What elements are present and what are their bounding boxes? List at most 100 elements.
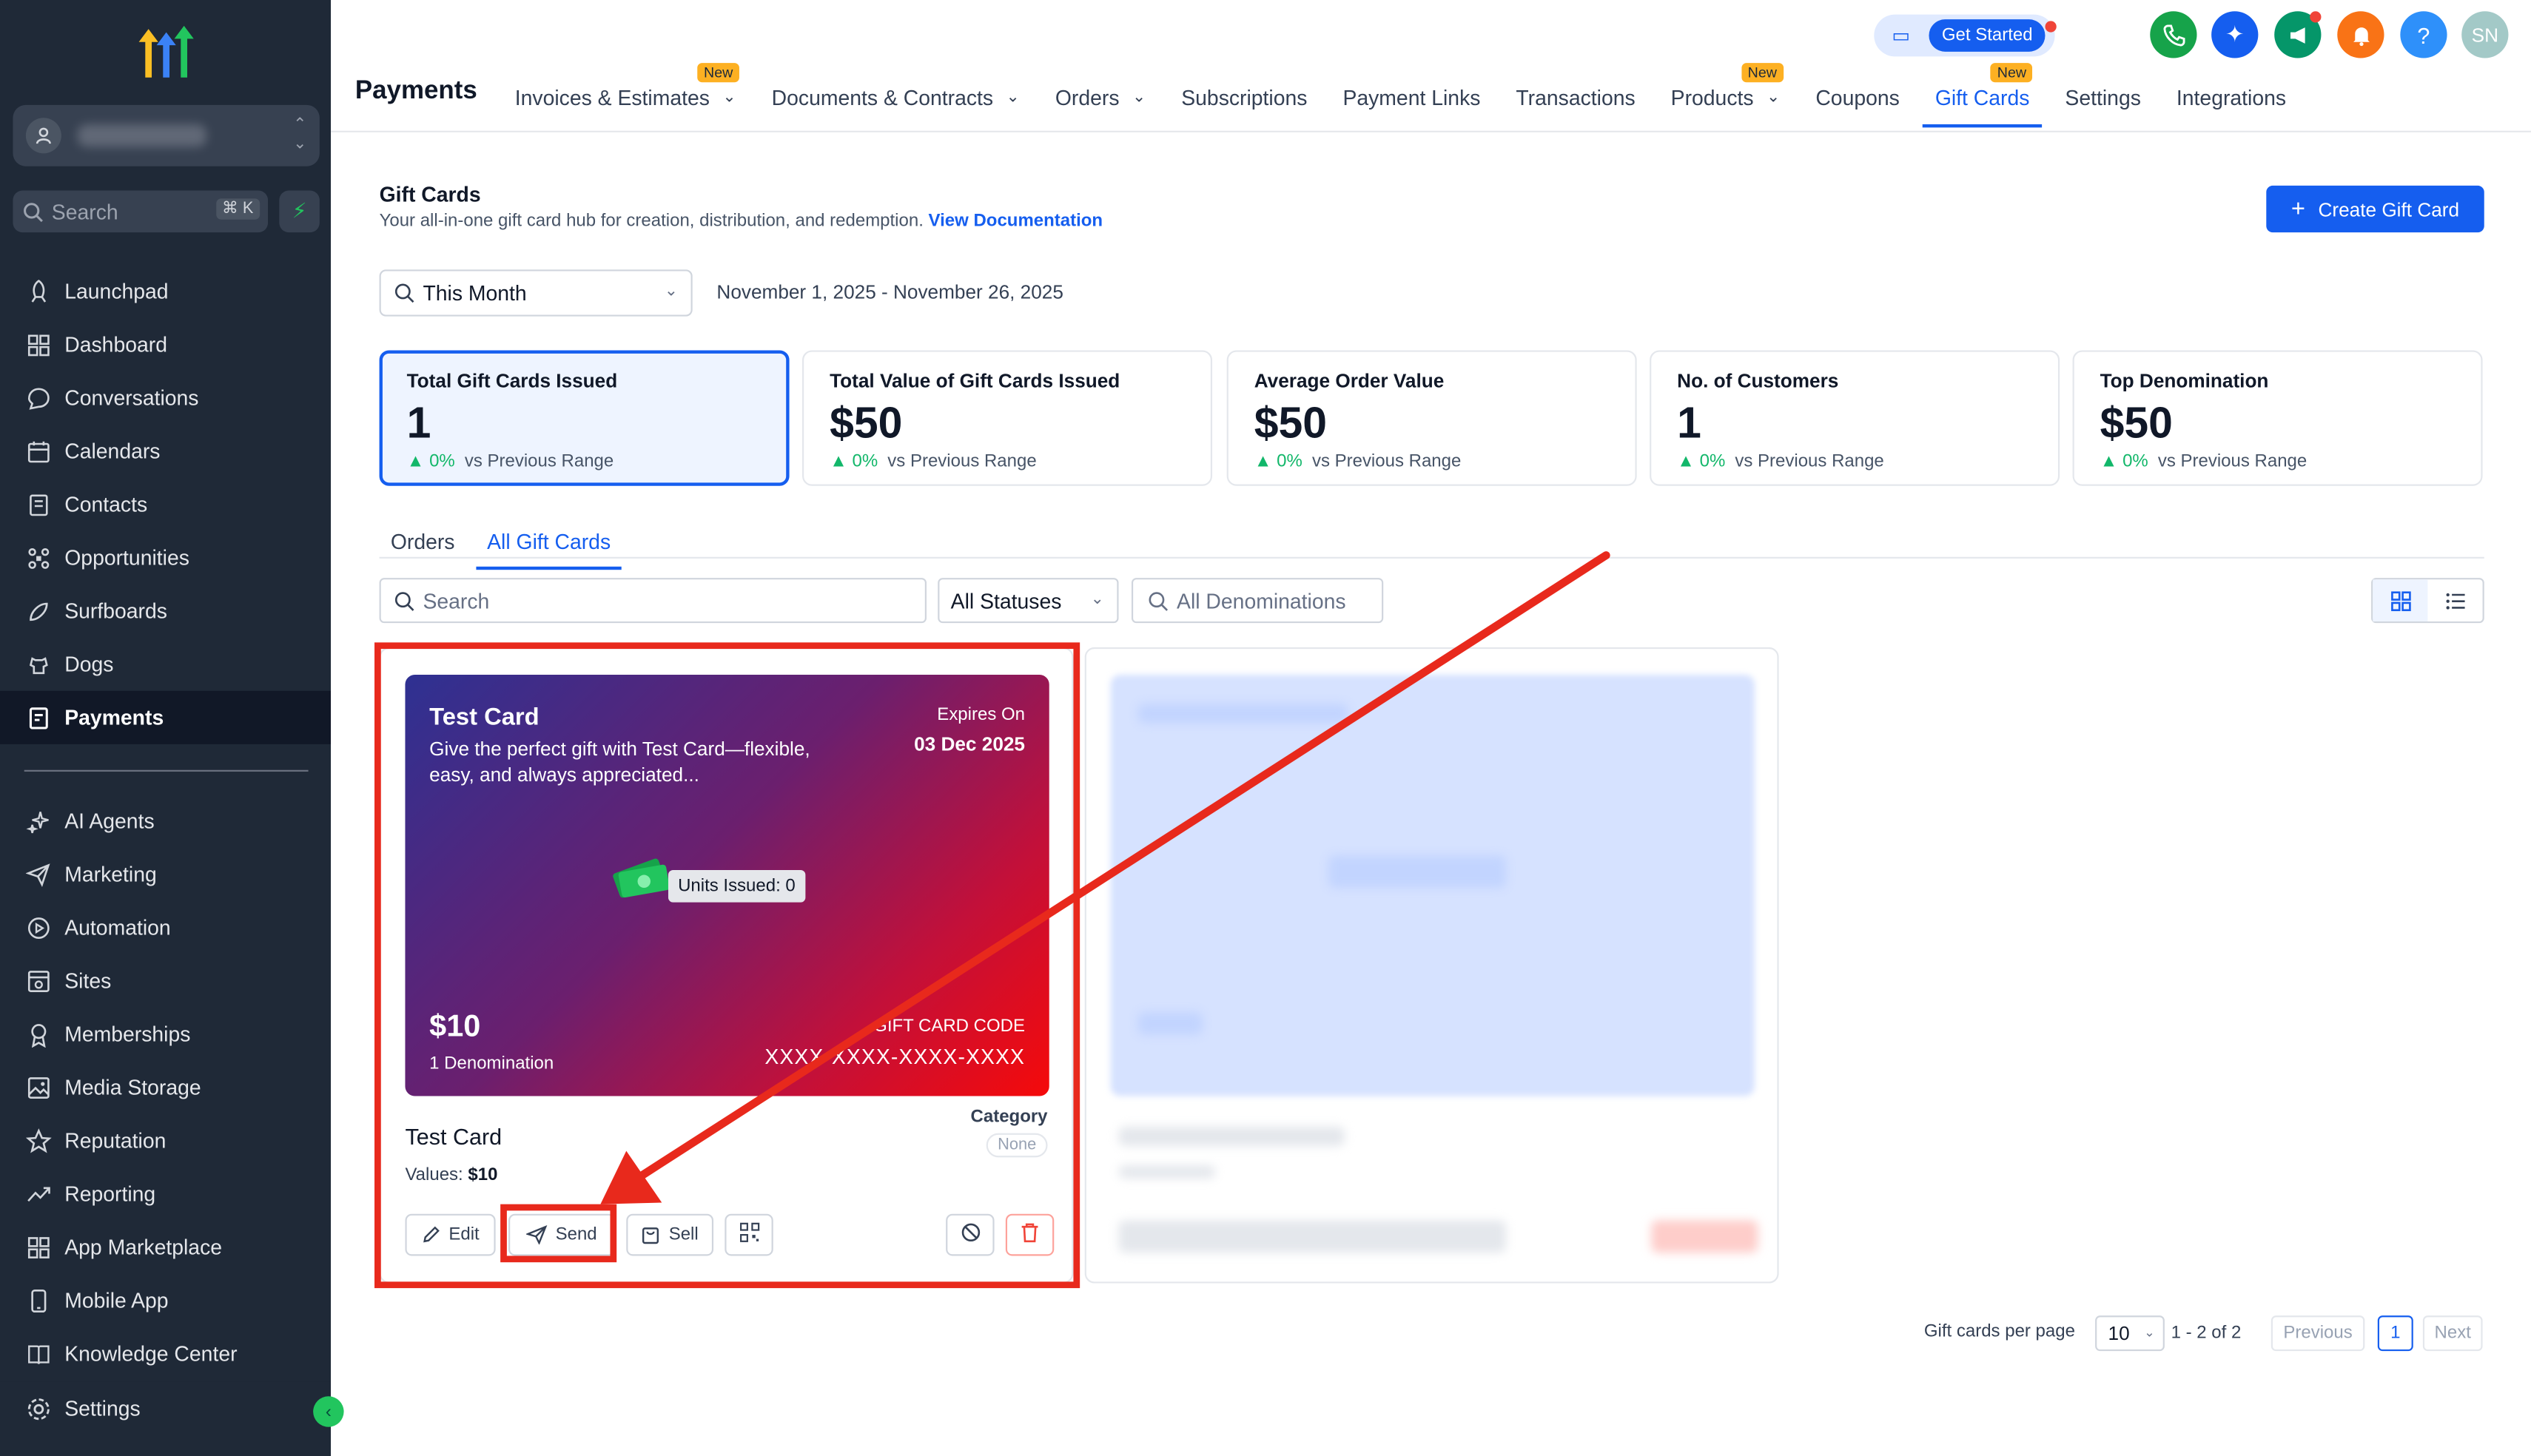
- sidebar-item-automation[interactable]: Automation: [0, 900, 331, 954]
- help-glyph: ?: [2417, 21, 2430, 48]
- quick-action-bolt-icon[interactable]: ⚡: [279, 190, 320, 233]
- previous-page-button[interactable]: Previous: [2270, 1315, 2365, 1352]
- trend-up-icon: ▲: [830, 451, 847, 472]
- page-title: Payments: [354, 77, 477, 105]
- stat-card-total-value-of-gift-cards-issued[interactable]: Total Value of Gift Cards Issued $50 ▲ 0% v…: [802, 350, 1213, 486]
- sidebar-item-mobile-app[interactable]: Mobile App: [0, 1273, 331, 1327]
- ai-sparkle-icon[interactable]: ✦: [2211, 11, 2259, 58]
- tab-settings[interactable]: Settings: [2065, 81, 2140, 113]
- account-switcher[interactable]: ⌃ ⌄: [13, 104, 320, 166]
- chevron-down-icon: ⌄: [1006, 87, 1020, 106]
- tab-transactions[interactable]: Transactions: [1516, 81, 1635, 113]
- gift-card-tile-blurred[interactable]: [1084, 647, 1779, 1284]
- tab-coupons[interactable]: Coupons: [1815, 81, 1900, 113]
- tab-integrations[interactable]: Integrations: [2177, 81, 2286, 113]
- tab-documents-contracts[interactable]: Documents & Contracts ⌄: [772, 81, 1020, 113]
- avatar[interactable]: SN: [2461, 11, 2509, 58]
- page-1-button[interactable]: 1: [2377, 1315, 2413, 1352]
- tab-payment-links[interactable]: Payment Links: [1342, 81, 1480, 113]
- send-button[interactable]: Send: [508, 1213, 616, 1256]
- next-page-button[interactable]: Next: [2422, 1315, 2483, 1352]
- search-icon: [394, 591, 414, 610]
- sidebar-item-opportunities[interactable]: Opportunities: [0, 531, 331, 584]
- get-started-label: Get Started: [1929, 19, 2046, 52]
- gift-card-preview[interactable]: Test Card Give the perfect gift with Tes…: [405, 675, 1049, 1096]
- gift-card-name: Test Card: [405, 1123, 502, 1150]
- megaphone-icon[interactable]: [2274, 11, 2322, 58]
- sidebar-item-memberships[interactable]: Memberships: [0, 1007, 331, 1060]
- tab-subscriptions[interactable]: Subscriptions: [1181, 81, 1307, 113]
- deactivate-button[interactable]: [946, 1213, 995, 1256]
- date-range-select[interactable]: This Month ⌄: [379, 269, 693, 317]
- edit-button[interactable]: Edit: [405, 1213, 496, 1256]
- view-documentation-link[interactable]: View Documentation: [929, 212, 1103, 231]
- sidebar-item-knowledge-center[interactable]: Knowledge Center: [0, 1327, 331, 1380]
- help-icon[interactable]: ?: [2400, 11, 2447, 58]
- sidebar-item-label: Opportunities: [64, 545, 189, 570]
- sidebar-item-dogs[interactable]: Dogs: [0, 638, 331, 691]
- grid-view-icon[interactable]: [2373, 579, 2428, 622]
- stat-card-average-order-value[interactable]: Average Order Value $50 ▲ 0% vs Previous Ra…: [1226, 350, 1637, 486]
- phone-icon[interactable]: [2150, 11, 2197, 58]
- pencil-icon: [421, 1225, 440, 1244]
- gift-card-search-input[interactable]: Search: [379, 578, 927, 624]
- bell-icon[interactable]: [2337, 11, 2384, 58]
- get-started-button[interactable]: ▭ Get Started: [1874, 14, 2057, 57]
- denomination-filter-input[interactable]: All Denominations: [1131, 578, 1384, 624]
- trend-up-icon: ▲: [1254, 451, 1272, 472]
- avatar-initials: SN: [2471, 23, 2498, 47]
- sidebar-item-reporting[interactable]: Reporting: [0, 1167, 331, 1220]
- sidebar-item-surfboards[interactable]: Surfboards: [0, 584, 331, 638]
- tab-orders[interactable]: Orders ⌄: [1055, 81, 1146, 113]
- sidebar-item-label: Memberships: [64, 1022, 191, 1046]
- sidebar-collapse-button[interactable]: ‹: [313, 1396, 344, 1427]
- list-view-icon[interactable]: [2427, 579, 2482, 621]
- qr-code-button[interactable]: [725, 1213, 773, 1256]
- search-icon: [24, 202, 43, 222]
- sidebar-item-reputation[interactable]: Reputation: [0, 1113, 331, 1167]
- sidebar-item-ai-agents[interactable]: AI Agents: [0, 794, 331, 847]
- plus-icon: +: [2290, 195, 2306, 223]
- blurred-line: [1118, 1220, 1506, 1253]
- sidebar-item-calendars[interactable]: Calendars: [0, 425, 331, 478]
- payments-tabs: Invoices & Estimates ⌄ New Documents & Cont…: [515, 63, 2322, 128]
- chevron-down-icon: ⌄: [2144, 1325, 2155, 1340]
- sidebar-item-label: Automation: [64, 915, 171, 940]
- sidebar-item-label: Conversations: [64, 385, 199, 411]
- sidebar-item-settings[interactable]: Settings: [0, 1381, 332, 1435]
- tab-gift-cards[interactable]: Gift Cards New: [1922, 63, 2042, 128]
- stat-card-top-denomination[interactable]: Top Denomination $50 ▲ 0% vs Previous Range: [2072, 350, 2483, 486]
- tab-all-gift-cards[interactable]: All Gift Cards: [475, 530, 622, 570]
- sidebar-item-app-marketplace[interactable]: App Marketplace: [0, 1220, 331, 1273]
- sidebar-item-payments[interactable]: Payments: [0, 690, 332, 744]
- status-filter-select[interactable]: All Statuses ⌄: [938, 578, 1119, 624]
- qr-code-icon: [739, 1222, 759, 1248]
- memberships-icon: [24, 1019, 53, 1048]
- tab-label: Coupons: [1815, 84, 1900, 109]
- sidebar-item-marketing[interactable]: Marketing: [0, 847, 331, 900]
- stat-card-no-of-customers[interactable]: No. of Customers 1 ▲ 0% vs Previous Range: [1650, 350, 2060, 486]
- sidebar-item-media-storage[interactable]: Media Storage: [0, 1060, 331, 1113]
- sidebar-search[interactable]: Search ⌘ K: [13, 190, 269, 233]
- units-issued-badge: Units Issued: 0: [668, 870, 805, 903]
- sidebar-item-conversations[interactable]: Conversations: [0, 371, 331, 425]
- sidebar-item-sites[interactable]: Sites: [0, 954, 331, 1007]
- sidebar-item-launchpad[interactable]: Launchpad: [0, 265, 331, 318]
- per-page-select[interactable]: 10 ⌄: [2095, 1315, 2165, 1352]
- rocket-icon: [24, 277, 53, 306]
- sidebar-item-dashboard[interactable]: Dashboard: [0, 318, 331, 371]
- sidebar-item-contacts[interactable]: Contacts: [0, 478, 331, 531]
- calendar-icon: [24, 437, 53, 465]
- media-icon: [24, 1073, 53, 1102]
- tab-orders[interactable]: Orders: [391, 530, 455, 559]
- stat-card-total-gift-cards-issued[interactable]: Total Gift Cards Issued 1 ▲ 0% vs Previous …: [379, 350, 790, 486]
- chevron-down-icon: ⌄: [722, 87, 736, 106]
- delete-button[interactable]: [1005, 1213, 1055, 1256]
- sell-button[interactable]: Sell: [626, 1213, 714, 1256]
- create-gift-card-button[interactable]: + Create Gift Card: [2266, 185, 2484, 233]
- book-icon: [24, 1339, 53, 1368]
- tab-products[interactable]: Products ⌄ New: [1671, 63, 1784, 113]
- tab-label: Documents & Contracts: [771, 84, 994, 109]
- blurred-line: [1328, 855, 1506, 889]
- tab-invoices-estimates[interactable]: Invoices & Estimates ⌄ New: [515, 63, 740, 113]
